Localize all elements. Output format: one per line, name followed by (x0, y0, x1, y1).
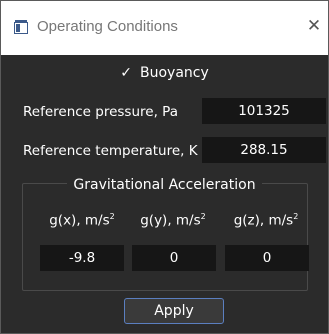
gz-label-exponent: 2 (293, 212, 299, 221)
gx-label: g(x), m/s2 (41, 212, 123, 229)
checkmark-icon[interactable]: ✓ (120, 65, 132, 81)
gravitational-acceleration-group (22, 183, 308, 291)
gx-label-text: g(x), m/s (49, 212, 110, 229)
operating-conditions-dialog: Operating Conditions ✕ ✓ Buoyancy Referen… (0, 0, 329, 334)
gy-label: g(y), m/s2 (131, 212, 215, 229)
gy-field[interactable]: 0 (132, 245, 216, 271)
group-title-text: Gravitational Acceleration (67, 177, 262, 193)
gz-label-text: g(z), m/s (233, 212, 294, 229)
gx-label-exponent: 2 (109, 212, 115, 221)
gravitational-acceleration-title: Gravitational Acceleration (1, 177, 328, 193)
reference-pressure-label: Reference pressure, Pa (23, 104, 178, 120)
reference-pressure-field[interactable]: 101325 (202, 98, 326, 124)
buoyancy-label: Buoyancy (139, 65, 209, 81)
gz-field[interactable]: 0 (225, 245, 309, 271)
reference-temperature-label: Reference temperature, K (23, 143, 198, 159)
gz-label: g(z), m/s2 (223, 212, 309, 229)
buoyancy-checkbox[interactable]: ✓ Buoyancy (1, 65, 328, 87)
gy-label-exponent: 2 (200, 212, 206, 221)
window-title: Operating Conditions (37, 18, 178, 35)
gx-field[interactable]: -9.8 (40, 245, 124, 271)
close-icon[interactable]: ✕ (302, 14, 326, 38)
title-bar: Operating Conditions ✕ (1, 1, 328, 55)
apply-button[interactable]: Apply (124, 298, 224, 324)
gy-label-text: g(y), m/s (140, 212, 201, 229)
reference-temperature-field[interactable]: 288.15 (202, 137, 326, 163)
window-app-icon (14, 20, 28, 34)
